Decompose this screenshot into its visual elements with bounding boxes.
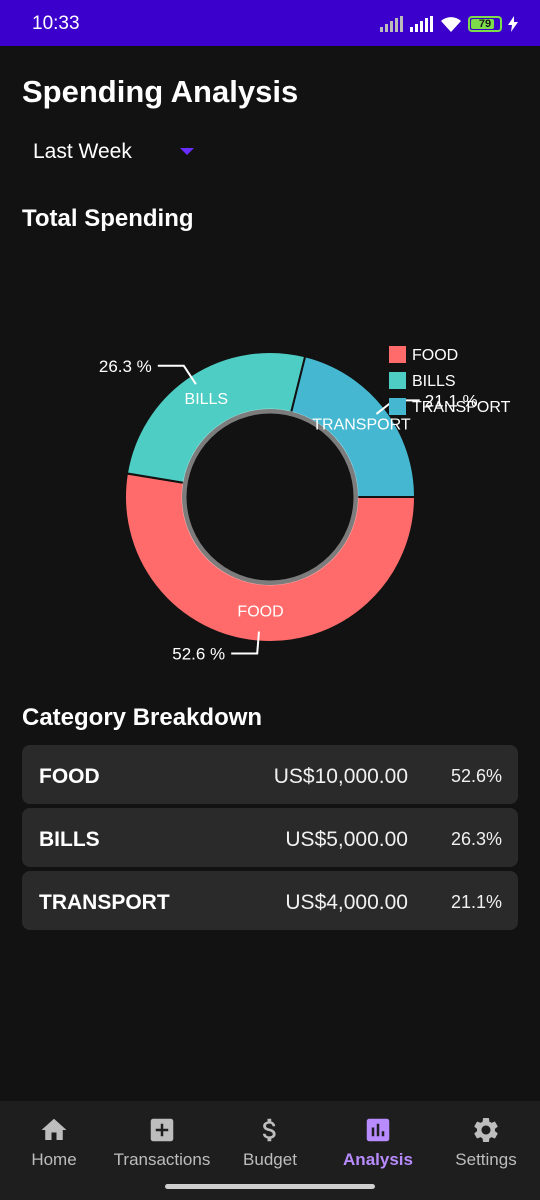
legend-swatch-bills	[389, 372, 406, 389]
legend-label-food: FOOD	[412, 347, 458, 364]
battery-level: 79	[478, 18, 492, 30]
home-icon	[41, 1118, 67, 1140]
row-category: BILLS	[39, 828, 100, 851]
slice-label-bills: BILLS	[185, 391, 229, 408]
breakdown-row-bills[interactable]: BILLS US$5,000.00 26.3%	[22, 808, 518, 867]
signal-icon	[380, 16, 403, 32]
wifi-icon	[441, 17, 461, 32]
status-bar: 10:33 79	[0, 0, 540, 46]
spending-donut-chart: FOODBILLSTRANSPORT52.6 %26.3 %21.1 %FOOD…	[99, 346, 511, 663]
row-percent: 26.3%	[450, 829, 502, 849]
status-time: 10:33	[32, 13, 80, 34]
nav-budget-label: Budget	[243, 1150, 297, 1169]
bar-chart-icon	[366, 1118, 390, 1142]
row-category: FOOD	[39, 765, 100, 788]
row-category: TRANSPORT	[39, 891, 170, 914]
signal-icon-2	[410, 16, 433, 32]
slice-label-food: FOOD	[237, 604, 283, 621]
breakdown-row-transport[interactable]: TRANSPORT US$4,000.00 21.1%	[22, 871, 518, 930]
gear-icon	[474, 1118, 498, 1142]
battery-icon: 79	[468, 16, 502, 32]
legend-label-transport: TRANSPORT	[412, 399, 511, 416]
percent-label-food: 52.6 %	[172, 644, 225, 663]
period-dropdown-value: Last Week	[33, 140, 132, 163]
row-amount: US$5,000.00	[285, 828, 408, 851]
period-dropdown[interactable]: Last Week	[22, 130, 200, 174]
legend-swatch-transport	[389, 398, 406, 415]
donut-slice-bills	[125, 351, 307, 485]
legend-swatch-food	[389, 346, 406, 363]
nav-transactions[interactable]: Transactions	[108, 1101, 216, 1181]
row-percent: 52.6%	[450, 766, 502, 786]
nav-budget[interactable]: Budget	[216, 1101, 324, 1181]
home-indicator	[165, 1184, 375, 1189]
nav-analysis-label: Analysis	[343, 1150, 413, 1169]
nav-analysis[interactable]: Analysis	[324, 1101, 432, 1181]
donut-inner-ring	[181, 408, 359, 586]
charging-icon	[508, 16, 518, 32]
row-amount: US$4,000.00	[285, 891, 408, 914]
category-breakdown-title: Category Breakdown	[22, 704, 263, 731]
status-icons: 79	[380, 12, 518, 36]
nav-home[interactable]: Home	[0, 1101, 108, 1181]
plus-box-icon	[150, 1118, 174, 1142]
dropdown-caret-icon	[180, 148, 194, 155]
legend-label-bills: BILLS	[412, 373, 456, 390]
nav-home-label: Home	[31, 1150, 77, 1169]
breakdown-row-food[interactable]: FOOD US$10,000.00 52.6%	[22, 745, 518, 804]
nav-settings[interactable]: Settings	[432, 1101, 540, 1181]
nav-transactions-label: Transactions	[113, 1150, 211, 1169]
dollar-icon	[262, 1118, 276, 1142]
total-spending-title: Total Spending	[22, 205, 194, 232]
category-breakdown-list: FOOD US$10,000.00 52.6% BILLS US$5,000.0…	[22, 745, 518, 934]
slice-label-transport: TRANSPORT	[312, 417, 411, 434]
nav-settings-label: Settings	[455, 1150, 517, 1169]
row-percent: 21.1%	[450, 892, 502, 912]
page-title: Spending Analysis	[22, 74, 299, 109]
percent-label-bills: 26.3 %	[99, 357, 152, 376]
row-amount: US$10,000.00	[273, 765, 408, 788]
